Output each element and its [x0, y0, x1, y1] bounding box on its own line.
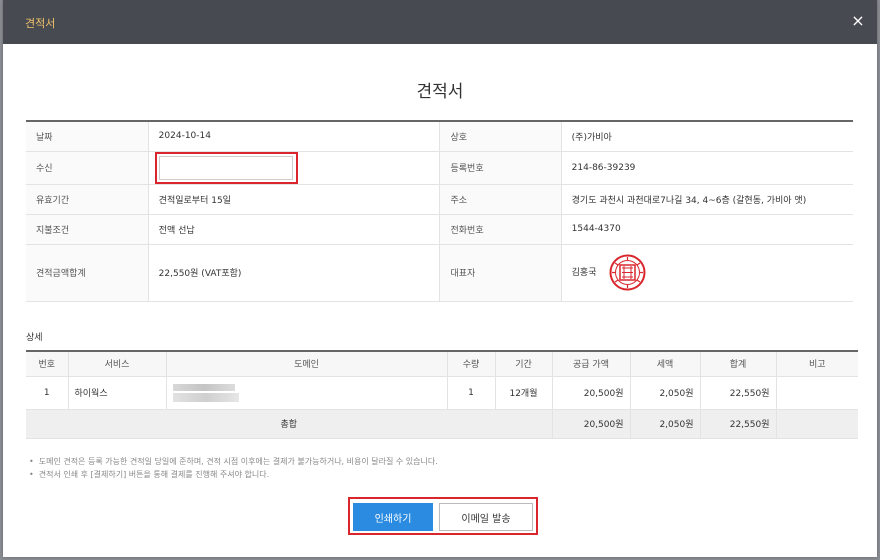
ceo-cell: 김홍국 [561, 244, 853, 302]
date-value: 2024-10-14 [148, 121, 440, 152]
note-item: 견적서 인쇄 후 [결제하기] 버튼을 통해 결제를 진행해 주셔야 합니다. [29, 468, 438, 481]
address-label: 주소 [439, 184, 562, 215]
th-total: 합계 [699, 351, 776, 377]
ceo-label: 대표자 [439, 244, 562, 302]
row-tax: 2,050원 [629, 376, 700, 410]
company-label: 상호 [439, 121, 562, 152]
phone-value: 1544-4370 [561, 214, 853, 245]
document-title: 견적서 [416, 82, 464, 102]
date-label: 날짜 [26, 121, 149, 152]
validity-label: 유효기간 [26, 184, 149, 215]
phone-label: 전화번호 [439, 214, 562, 245]
detail-section-title: 상세 [26, 333, 43, 343]
sum-tax: 2,050원 [629, 409, 700, 439]
payment-value: 전액 선납 [148, 214, 440, 245]
quote-modal: 견적서 × 견적서 날짜 2024-10-14 상호 (주)가비아 수신 등록번… [3, 0, 877, 557]
total-label: 견적금액합계 [26, 244, 149, 302]
th-service: 서비스 [67, 351, 166, 377]
recipient-highlight [154, 151, 298, 184]
sum-total: 22,550원 [699, 409, 776, 439]
close-icon[interactable]: × [849, 12, 867, 30]
row-note [775, 376, 858, 410]
recipient-cell [148, 151, 440, 185]
redacted-domain [172, 383, 235, 391]
regno-label: 등록번호 [439, 151, 562, 185]
payment-label: 지불조건 [26, 214, 149, 245]
th-supply: 공급 가액 [551, 351, 630, 377]
recipient-input[interactable] [158, 155, 293, 180]
th-qty: 수량 [446, 351, 495, 377]
row-no: 1 [26, 376, 68, 410]
redacted-domain [172, 392, 239, 402]
print-button[interactable]: 인쇄하기 [353, 503, 433, 531]
row-qty: 1 [446, 376, 495, 410]
company-seal-stamp-icon [609, 254, 646, 291]
row-domain [165, 376, 447, 410]
note-item: 도메인 견적은 등록 가능한 견적일 당일에 준하며, 견적 시점 이후에는 결… [29, 455, 438, 468]
sum-note [775, 409, 858, 439]
th-note: 비고 [775, 351, 858, 377]
validity-value: 견적일로부터 15일 [148, 184, 440, 215]
sum-supply: 20,500원 [551, 409, 630, 439]
detail-table: 번호 서비스 도메인 수량 기간 공급 가액 세액 합계 비고 1 하이웍스 1 [26, 350, 858, 439]
recipient-label: 수신 [26, 151, 149, 185]
sum-row: 총합 20,500원 2,050원 22,550원 [26, 409, 858, 439]
send-email-button[interactable]: 이메일 발송 [439, 503, 533, 531]
th-tax: 세액 [629, 351, 700, 377]
row-service: 하이웍스 [67, 376, 166, 410]
action-buttons-highlight: 인쇄하기 이메일 발송 [348, 497, 538, 535]
notes-list: 도메인 견적은 등록 가능한 견적일 당일에 준하며, 견적 시점 이후에는 결… [29, 455, 438, 481]
th-period: 기간 [494, 351, 552, 377]
table-row: 1 하이웍스 1 12개월 20,500원 2,050원 22,550원 [26, 376, 858, 410]
total-value: 22,550원 (VAT포함) [148, 244, 440, 302]
th-no: 번호 [26, 351, 68, 377]
th-domain: 도메인 [165, 351, 447, 377]
row-supply: 20,500원 [551, 376, 630, 410]
address-value: 경기도 과천시 과천대로7나길 34, 4~6층 (갈현동, 가비아 앳) [561, 184, 853, 215]
quote-info-table: 날짜 2024-10-14 상호 (주)가비아 수신 등록번호 214-86-3… [26, 120, 853, 302]
company-value: (주)가비아 [561, 121, 853, 152]
modal-header: 견적서 × [3, 0, 877, 44]
row-period: 12개월 [494, 376, 552, 410]
ceo-value: 김홍국 [571, 268, 597, 278]
modal-title: 견적서 [25, 17, 56, 30]
sum-label: 총합 [26, 409, 552, 439]
row-total: 22,550원 [699, 376, 776, 410]
regno-value: 214-86-39239 [561, 151, 853, 185]
